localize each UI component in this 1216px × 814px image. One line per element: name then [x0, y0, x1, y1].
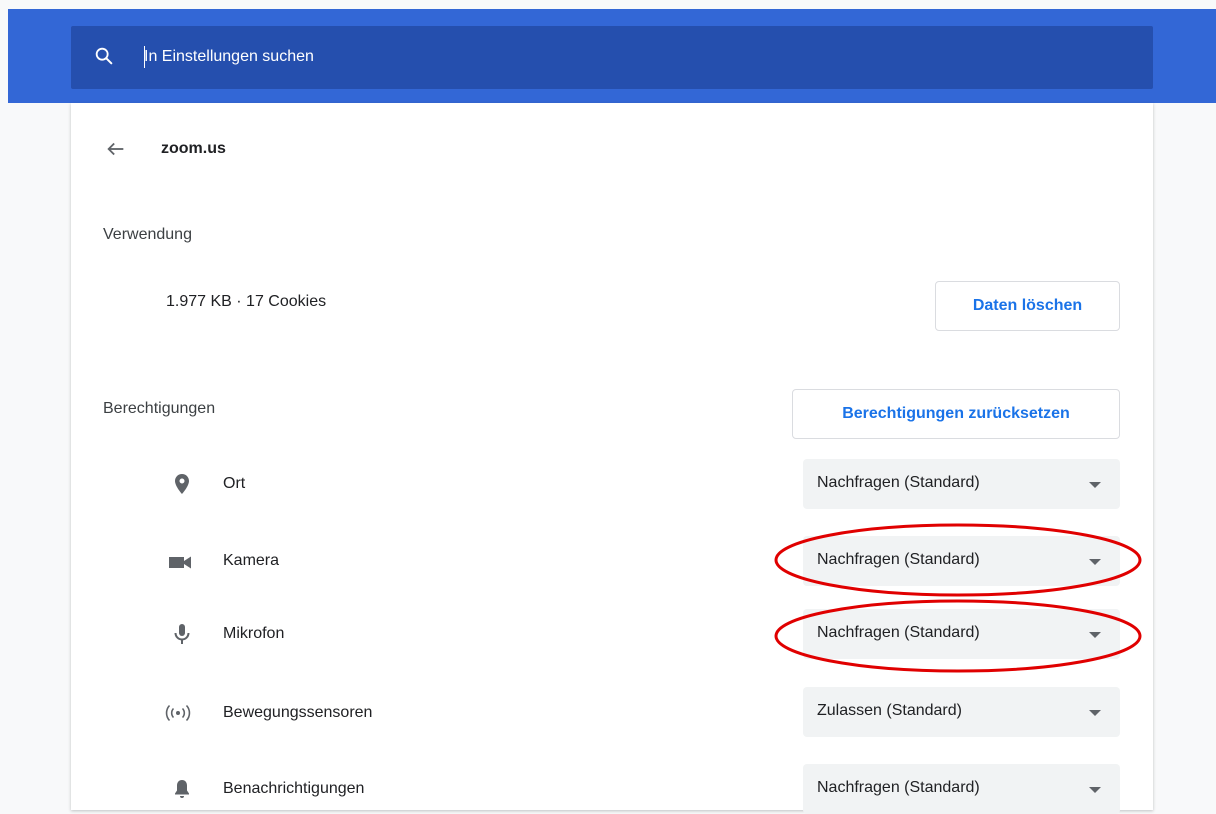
permission-label-notifications: Benachrichtigungen: [223, 780, 365, 797]
usage-summary: 1.977 KB · 17 Cookies: [166, 293, 327, 310]
dropdown-arrow-icon: [1089, 559, 1101, 565]
permission-label-location: Ort: [223, 475, 246, 492]
dropdown-arrow-icon: [1089, 710, 1101, 716]
permissions-section-label: Berechtigungen: [103, 400, 216, 417]
site-title: zoom.us: [161, 140, 226, 157]
search-icon[interactable]: [93, 45, 115, 67]
text-cursor: [144, 46, 145, 68]
search-input[interactable]: [144, 42, 744, 72]
usage-section-label: Verwendung: [103, 226, 192, 243]
reset-permissions-button[interactable]: Berechtigungen zurücksetzen: [792, 389, 1120, 439]
camera-permission-select[interactable]: Nachfragen (Standard): [803, 536, 1120, 586]
select-value: Nachfragen (Standard): [817, 474, 980, 491]
select-value: Nachfragen (Standard): [817, 779, 980, 796]
permission-label-microphone: Mikrofon: [223, 625, 285, 642]
arrow-back-icon[interactable]: [105, 138, 127, 160]
microphone-permission-select[interactable]: Nachfragen (Standard): [803, 609, 1120, 659]
notifications-permission-select[interactable]: Nachfragen (Standard): [803, 764, 1120, 814]
select-value: Zulassen (Standard): [817, 702, 962, 719]
camera-icon: [169, 556, 191, 569]
dropdown-arrow-icon: [1089, 482, 1101, 488]
dropdown-arrow-icon: [1089, 632, 1101, 638]
motion-sensors-icon: [165, 704, 191, 722]
location-permission-select[interactable]: Nachfragen (Standard): [803, 459, 1120, 509]
notification-bell-icon: [175, 780, 189, 798]
microphone-icon: [174, 624, 190, 644]
location-pin-icon: [175, 474, 189, 494]
select-value: Nachfragen (Standard): [817, 624, 980, 641]
permission-label-motion-sensors: Bewegungssensoren: [223, 704, 373, 721]
permission-label-camera: Kamera: [223, 552, 280, 569]
motion-sensors-permission-select[interactable]: Zulassen (Standard): [803, 687, 1120, 737]
clear-data-button[interactable]: Daten löschen: [935, 281, 1120, 331]
dropdown-arrow-icon: [1089, 787, 1101, 793]
select-value: Nachfragen (Standard): [817, 551, 980, 568]
